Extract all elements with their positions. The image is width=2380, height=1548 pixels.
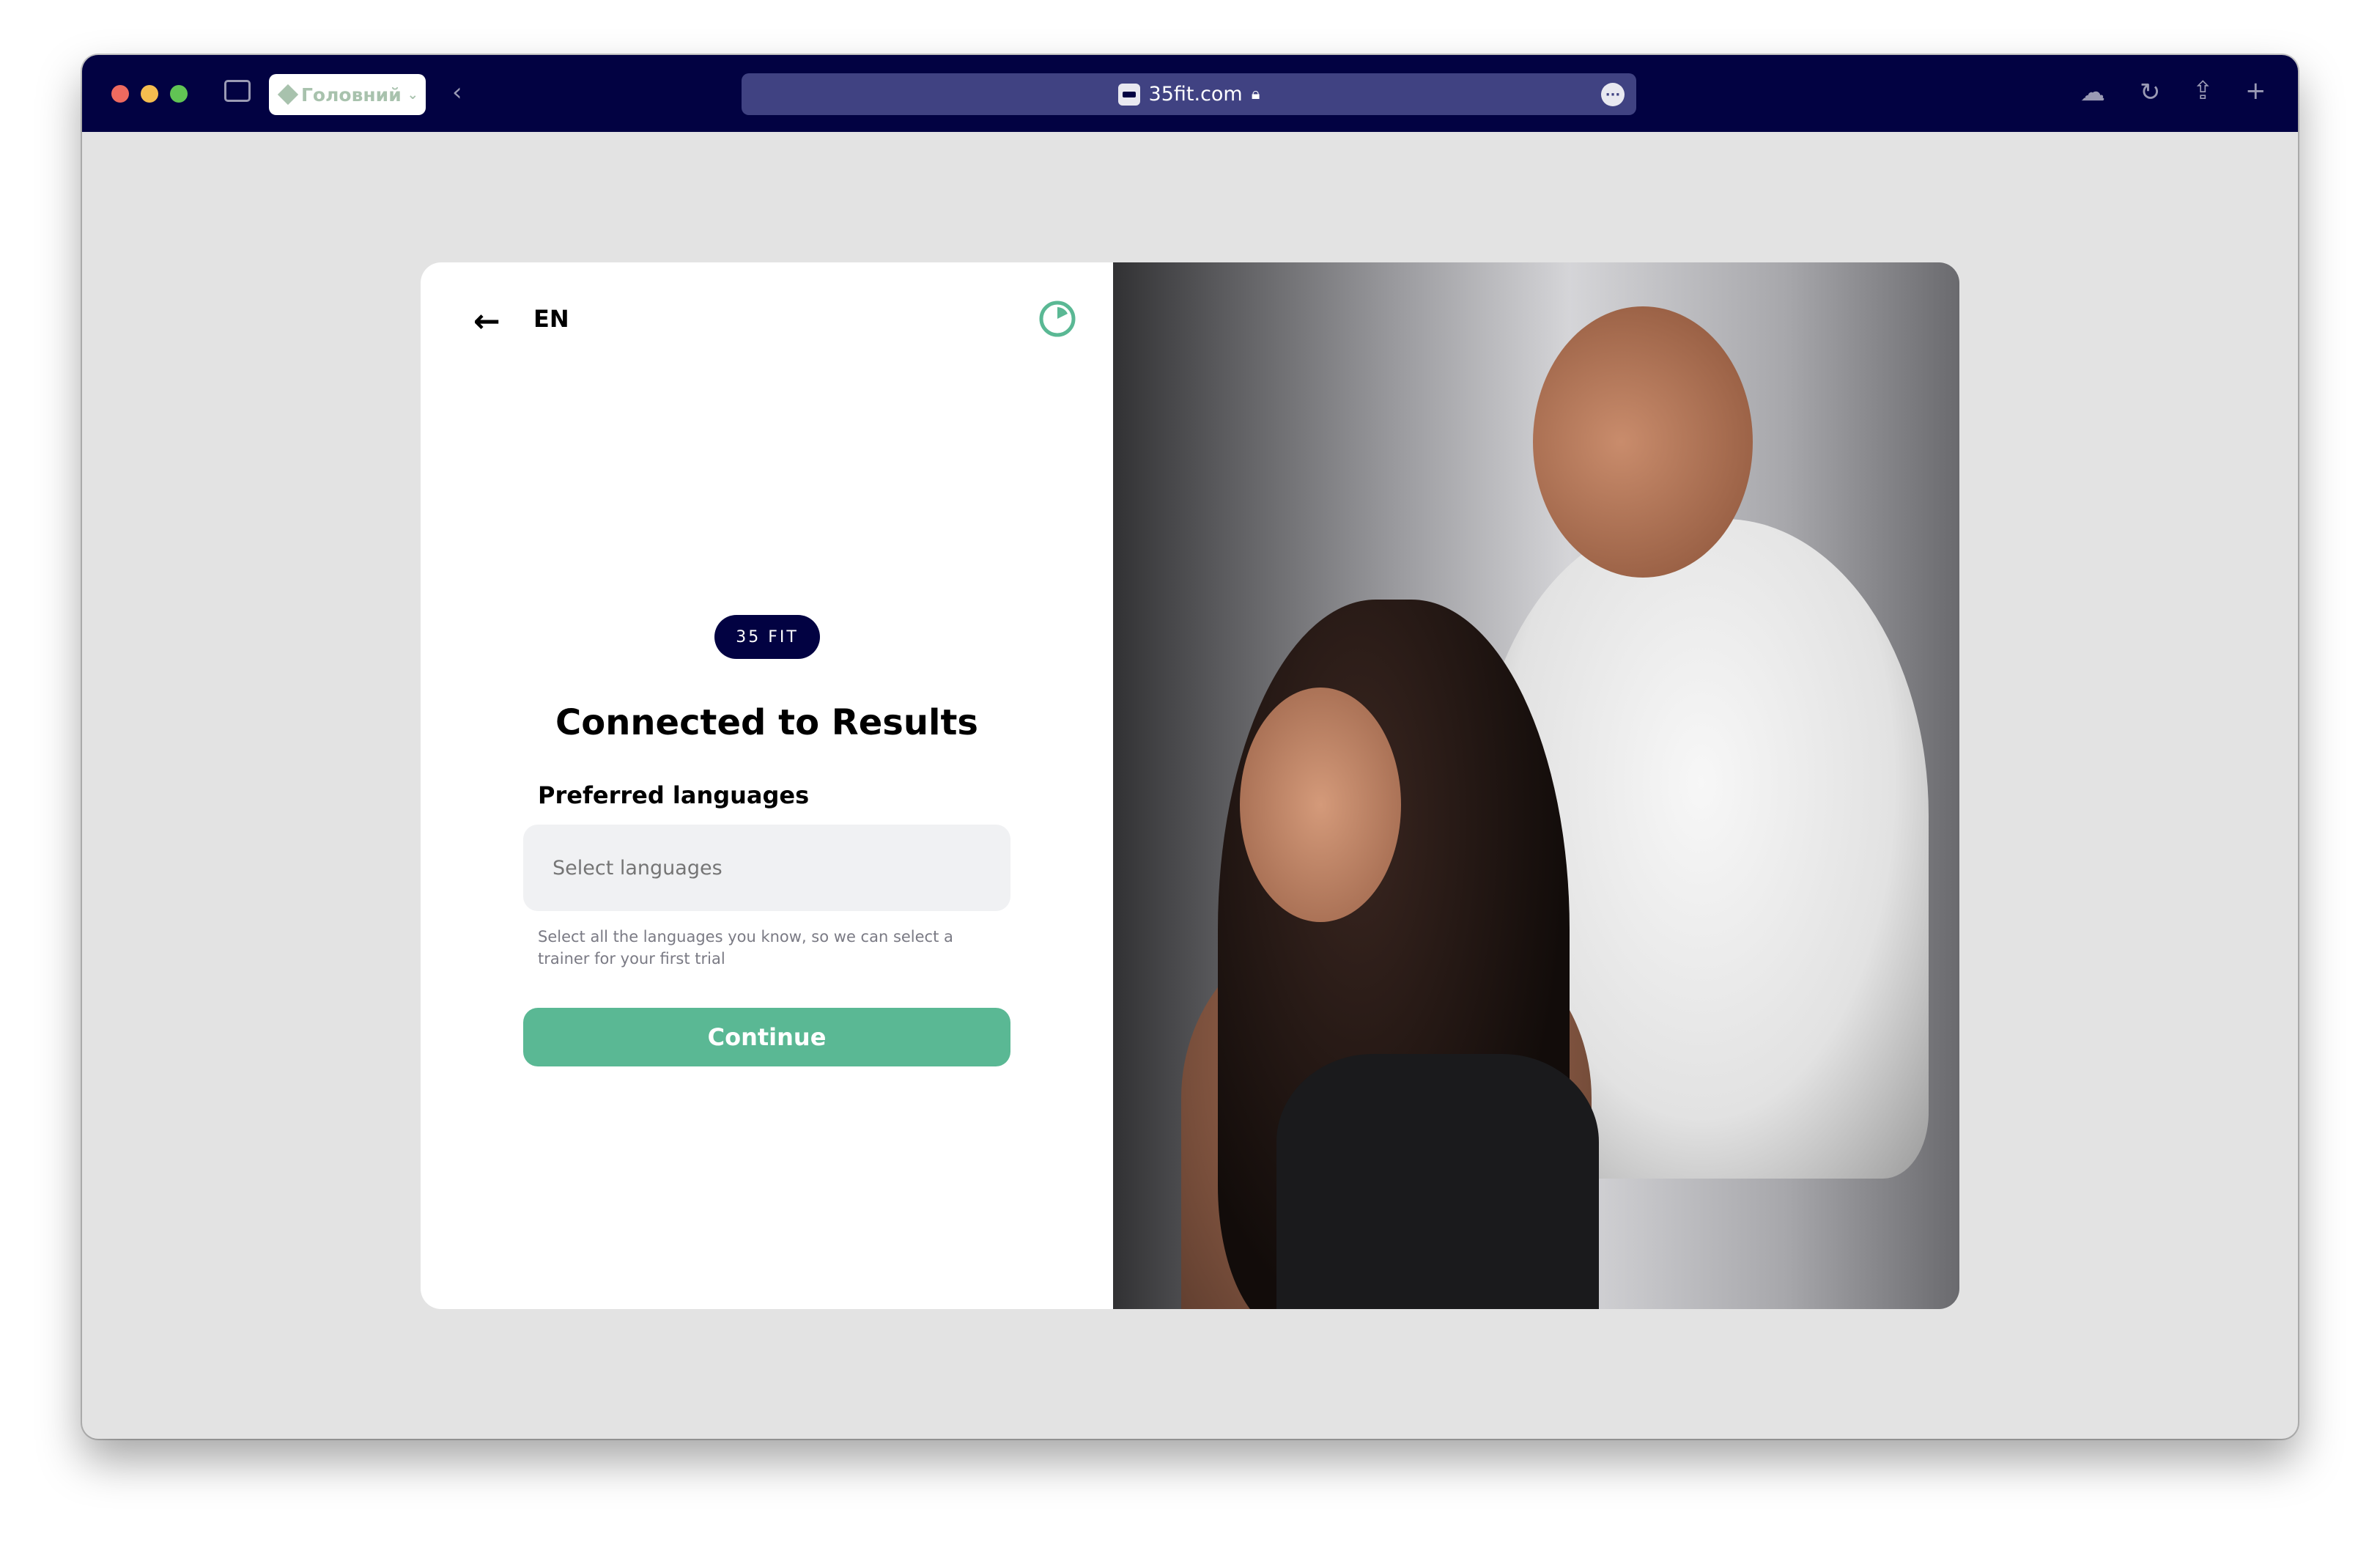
browser-toolbar: Головний ⌄ ‹ 35fit.com 🔒︎ ··· ☁︎ ↻ ⇪ + <box>82 55 2298 132</box>
cloud-icon[interactable]: ☁︎ <box>2080 80 2105 105</box>
more-options-icon[interactable]: ··· <box>1601 83 1625 106</box>
back-arrow-icon[interactable]: ← <box>473 303 500 340</box>
helper-text: Select all the languages you know, so we… <box>538 928 953 968</box>
sidebar-toggle-icon[interactable] <box>224 80 251 102</box>
languages-label: Preferred languages <box>538 781 810 809</box>
language-switch[interactable]: EN <box>533 305 569 333</box>
lock-icon: 🔒︎ <box>1251 85 1260 103</box>
tab-group-icon <box>277 84 299 106</box>
tab-group-selector[interactable]: Головний ⌄ <box>269 74 426 115</box>
page-title: Connected to Results <box>555 702 978 743</box>
timer-icon <box>1039 301 1076 337</box>
hero-photo <box>1093 262 1959 1309</box>
photo-client-face <box>1240 688 1401 922</box>
reload-icon[interactable]: ↻ <box>2140 80 2161 105</box>
new-tab-icon[interactable]: + <box>2245 78 2266 103</box>
onboarding-card: ← EN 35 FIT Connected to Results Preferr… <box>421 262 1113 1309</box>
url-text: 35fit.com <box>1148 83 1243 106</box>
continue-button[interactable]: Continue <box>523 1008 1010 1066</box>
tab-group-label: Головний <box>301 84 402 106</box>
minimize-window-button[interactable] <box>141 85 158 103</box>
address-bar[interactable]: 35fit.com 🔒︎ ··· <box>742 73 1636 115</box>
photo-client-top <box>1276 1054 1599 1309</box>
chevron-down-icon: ⌄ <box>407 86 418 103</box>
photo-trainer-head <box>1533 306 1753 578</box>
back-nav-icon[interactable]: ‹ <box>452 80 462 105</box>
close-window-button[interactable] <box>111 85 129 103</box>
languages-select[interactable] <box>523 825 1010 911</box>
maximize-window-button[interactable] <box>170 85 188 103</box>
share-icon[interactable]: ⇪ <box>2192 78 2214 103</box>
browser-window: Головний ⌄ ‹ 35fit.com 🔒︎ ··· ☁︎ ↻ ⇪ + ←… <box>82 55 2298 1439</box>
brand-logo: 35 FIT <box>714 615 820 659</box>
favicon-icon <box>1117 83 1140 106</box>
